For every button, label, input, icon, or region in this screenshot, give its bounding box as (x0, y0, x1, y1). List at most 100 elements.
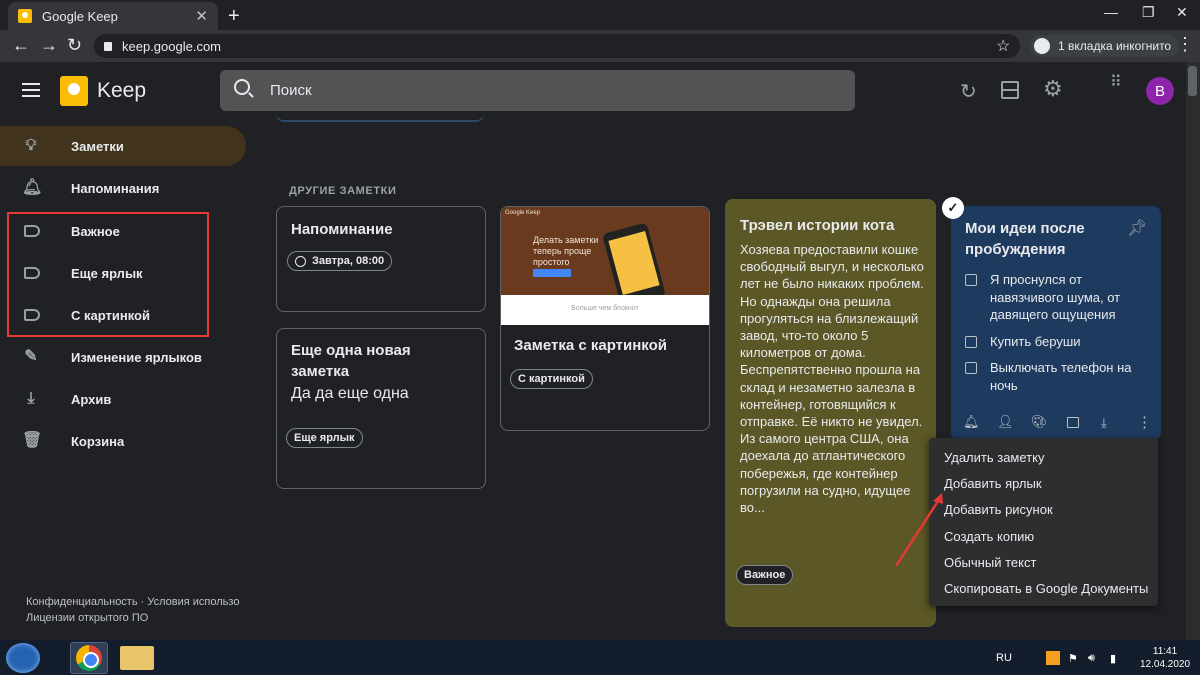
date: 12.04.2020 (1140, 659, 1191, 670)
keep-favicon-icon (18, 9, 32, 23)
bell-icon: 🔔︎ (22, 179, 43, 196)
network-icon[interactable]: ▮ (1110, 652, 1116, 665)
flag-icon[interactable]: ⚑ (1068, 652, 1078, 665)
reminder-chip[interactable]: Завтра, 08:00 (287, 251, 393, 271)
palette-icon[interactable]: 🎨︎ (1031, 414, 1048, 430)
note-body: Да да еще одна (291, 385, 409, 402)
clock-icon (295, 255, 306, 267)
label-chip[interactable]: Еще ярлык (286, 428, 363, 448)
collaborator-icon[interactable]: 👤︎ (997, 414, 1014, 430)
checklist-item: Купить беруши (990, 334, 1081, 349)
incognito-badge[interactable]: 1 вкладка инкогнито (1030, 35, 1180, 57)
bookmark-star-icon[interactable]: ☆ (996, 36, 1010, 56)
section-label: ДРУГИЕ ЗАМЕТКИ (289, 185, 397, 197)
sidebar-item-label: Напоминания (71, 180, 160, 196)
trash-icon: 🗑︎ (22, 432, 43, 449)
label-chip[interactable]: Важное (736, 565, 794, 585)
lightbulb-icon: 💡︎ (25, 137, 37, 154)
note-card-another[interactable]: Еще одна новая заметка Да да еще одна Ещ… (276, 328, 486, 489)
image-icon[interactable] (1067, 417, 1079, 428)
scrollbar-thumb[interactable] (1188, 66, 1197, 96)
tray-app-icon[interactable] (1046, 651, 1060, 665)
note-title: Заметка с картинкой (514, 337, 667, 354)
start-button-icon[interactable] (6, 643, 40, 673)
maximize-icon[interactable]: ❐ (1142, 4, 1155, 21)
browser-tab[interactable]: Google Keep ✕ (8, 2, 218, 30)
remind-icon[interactable]: 🔔︎ (963, 414, 980, 430)
incognito-label: 1 вкладка инкогнито (1058, 39, 1172, 53)
pin-icon[interactable]: 📌︎ (1127, 218, 1147, 238)
sidebar-item-label: Заметки (71, 138, 124, 154)
sidebar-item-label: Изменение ярлыков (71, 349, 202, 365)
sidebar-item-notes[interactable]: 💡︎ Заметки (0, 126, 246, 166)
search-icon[interactable] (234, 79, 250, 95)
oss-licenses-link[interactable]: Лицензии открытого ПО (26, 612, 148, 624)
note-card-ideas[interactable]: Мои идеи после пробуждения 📌︎ Я проснулс… (951, 206, 1161, 440)
browser-menu-icon[interactable]: ⋮ (1176, 34, 1194, 55)
chrome-icon (76, 645, 102, 671)
note-title: Еще одна новая заметка (291, 342, 411, 380)
settings-icon[interactable]: ⚙ (1043, 76, 1063, 102)
avatar[interactable]: B (1146, 77, 1174, 105)
sidebar-item-trash[interactable]: 🗑︎ Корзина (0, 421, 246, 461)
menu-item-copy-to-docs[interactable]: Скопировать в Google Документы (944, 581, 1148, 596)
thumb-button (533, 269, 571, 277)
archive-icon: ⤓ (27, 390, 35, 407)
pinned-note-peek (276, 112, 484, 122)
checklist-item: Я проснулся от навязчивого шума, от давя… (990, 272, 1121, 322)
archive-icon[interactable]: ⤓ (1101, 415, 1107, 431)
lock-icon (104, 41, 112, 51)
note-image: Google Keep Делать заметки теперь проще … (501, 207, 709, 325)
main-menu-icon[interactable] (22, 83, 40, 97)
sidebar-item-label: Корзина (71, 433, 125, 449)
checkbox-icon[interactable] (965, 274, 977, 286)
note-title: Трэвел истории кота (740, 217, 895, 234)
minimize-icon[interactable]: — (1104, 4, 1118, 20)
checkbox-icon[interactable] (965, 336, 977, 348)
thumb-text: Делать заметки теперь проще простого (533, 235, 599, 267)
note-body: Хозяева предоставили кошке свободный выг… (740, 242, 924, 516)
apps-icon[interactable]: ⠿ (1110, 75, 1128, 91)
search-input[interactable]: Поиск (220, 70, 855, 111)
sidebar-item-label: Архив (71, 391, 112, 407)
volume-icon[interactable]: 🔊︎ (1088, 652, 1095, 665)
sidebar-item-reminders[interactable]: 🔔︎ Напоминания (0, 168, 246, 208)
select-check-icon[interactable]: ✓ (942, 197, 964, 219)
menu-item-delete[interactable]: Удалить заметку (944, 450, 1044, 465)
back-icon[interactable]: ← (12, 35, 30, 56)
forward-icon[interactable]: → (40, 35, 58, 56)
reload-icon[interactable]: ↻ (67, 35, 82, 56)
system-clock[interactable]: 11:41 12.04.2020 (1140, 645, 1190, 671)
scrollbar[interactable] (1186, 62, 1200, 640)
sidebar-item-archive[interactable]: ⤓ Архив (0, 379, 246, 419)
new-tab-button[interactable]: + (228, 5, 240, 28)
note-title: Напоминание (291, 221, 393, 238)
thumb-footer: Больше чем блокнот (571, 305, 639, 312)
tab-title: Google Keep (42, 8, 118, 24)
more-icon[interactable]: ⋮ (1137, 413, 1152, 431)
sidebar-item-edit-labels[interactable]: ✎ Изменение ярлыков (0, 337, 246, 377)
red-arrow-annotation (894, 493, 943, 567)
label-chip[interactable]: С картинкой (510, 369, 593, 389)
chip-label: Завтра, 08:00 (312, 255, 385, 267)
address-bar[interactable]: keep.google.com (94, 34, 1020, 58)
refresh-icon[interactable]: ↻ (960, 79, 977, 104)
thumb-header: Google Keep (505, 210, 541, 216)
close-window-icon[interactable]: ✕ (1176, 4, 1188, 21)
note-title: Мои идеи после пробуждения (965, 220, 1085, 258)
note-card-reminder[interactable]: Напоминание Завтра, 08:00 (276, 206, 486, 312)
time: 11:41 (1152, 646, 1178, 657)
tab-close-icon[interactable]: ✕ (195, 7, 208, 25)
pencil-icon: ✎ (24, 348, 38, 365)
incognito-icon (1034, 38, 1050, 54)
checklist-item: Выключать телефон на ночь (990, 360, 1132, 393)
highlight-box (7, 212, 209, 337)
footer-links[interactable]: Конфиденциальность · Условия использо (26, 596, 246, 608)
app-name: Keep (97, 79, 147, 102)
explorer-folder-icon[interactable] (120, 646, 154, 670)
language-indicator[interactable]: RU (996, 652, 1012, 664)
url-text: keep.google.com (122, 38, 222, 54)
list-view-icon[interactable] (1001, 81, 1019, 99)
windows-taskbar (0, 640, 1200, 675)
checkbox-icon[interactable] (965, 362, 977, 374)
